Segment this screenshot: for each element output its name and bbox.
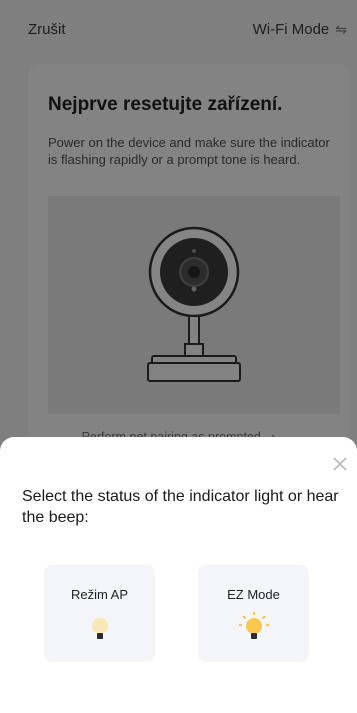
cancel-button[interactable]: Zrušit <box>28 21 66 38</box>
wifi-mode-toggle[interactable]: Wi-Fi Mode ⇋ <box>253 21 347 38</box>
page-title: Nejprve resetujte zařízení. <box>48 94 283 115</box>
instruction-text: Power on the device and make sure the in… <box>48 135 330 167</box>
ez-mode-option[interactable]: EZ Mode <box>198 565 309 662</box>
sheet-prompt: Select the status of the indicator light… <box>22 488 339 526</box>
security-camera-illustration <box>48 196 340 414</box>
ap-mode-label: Režim AP <box>70 587 129 602</box>
wifi-mode-label: Wi-Fi Mode <box>252 20 330 38</box>
top-bar: Zrušit Wi-Fi Mode ⇋ <box>0 0 357 58</box>
bulb-dim-icon <box>84 612 116 653</box>
bulb-bright-icon <box>238 612 270 653</box>
instruction-card: Nejprve resetujte zařízení. Power on the… <box>28 64 350 456</box>
close-icon[interactable] <box>331 455 349 473</box>
ez-mode-label: EZ Mode <box>227 587 280 602</box>
swap-arrows-icon: ⇋ <box>335 20 347 37</box>
ap-mode-option[interactable]: Režim AP <box>44 565 155 662</box>
